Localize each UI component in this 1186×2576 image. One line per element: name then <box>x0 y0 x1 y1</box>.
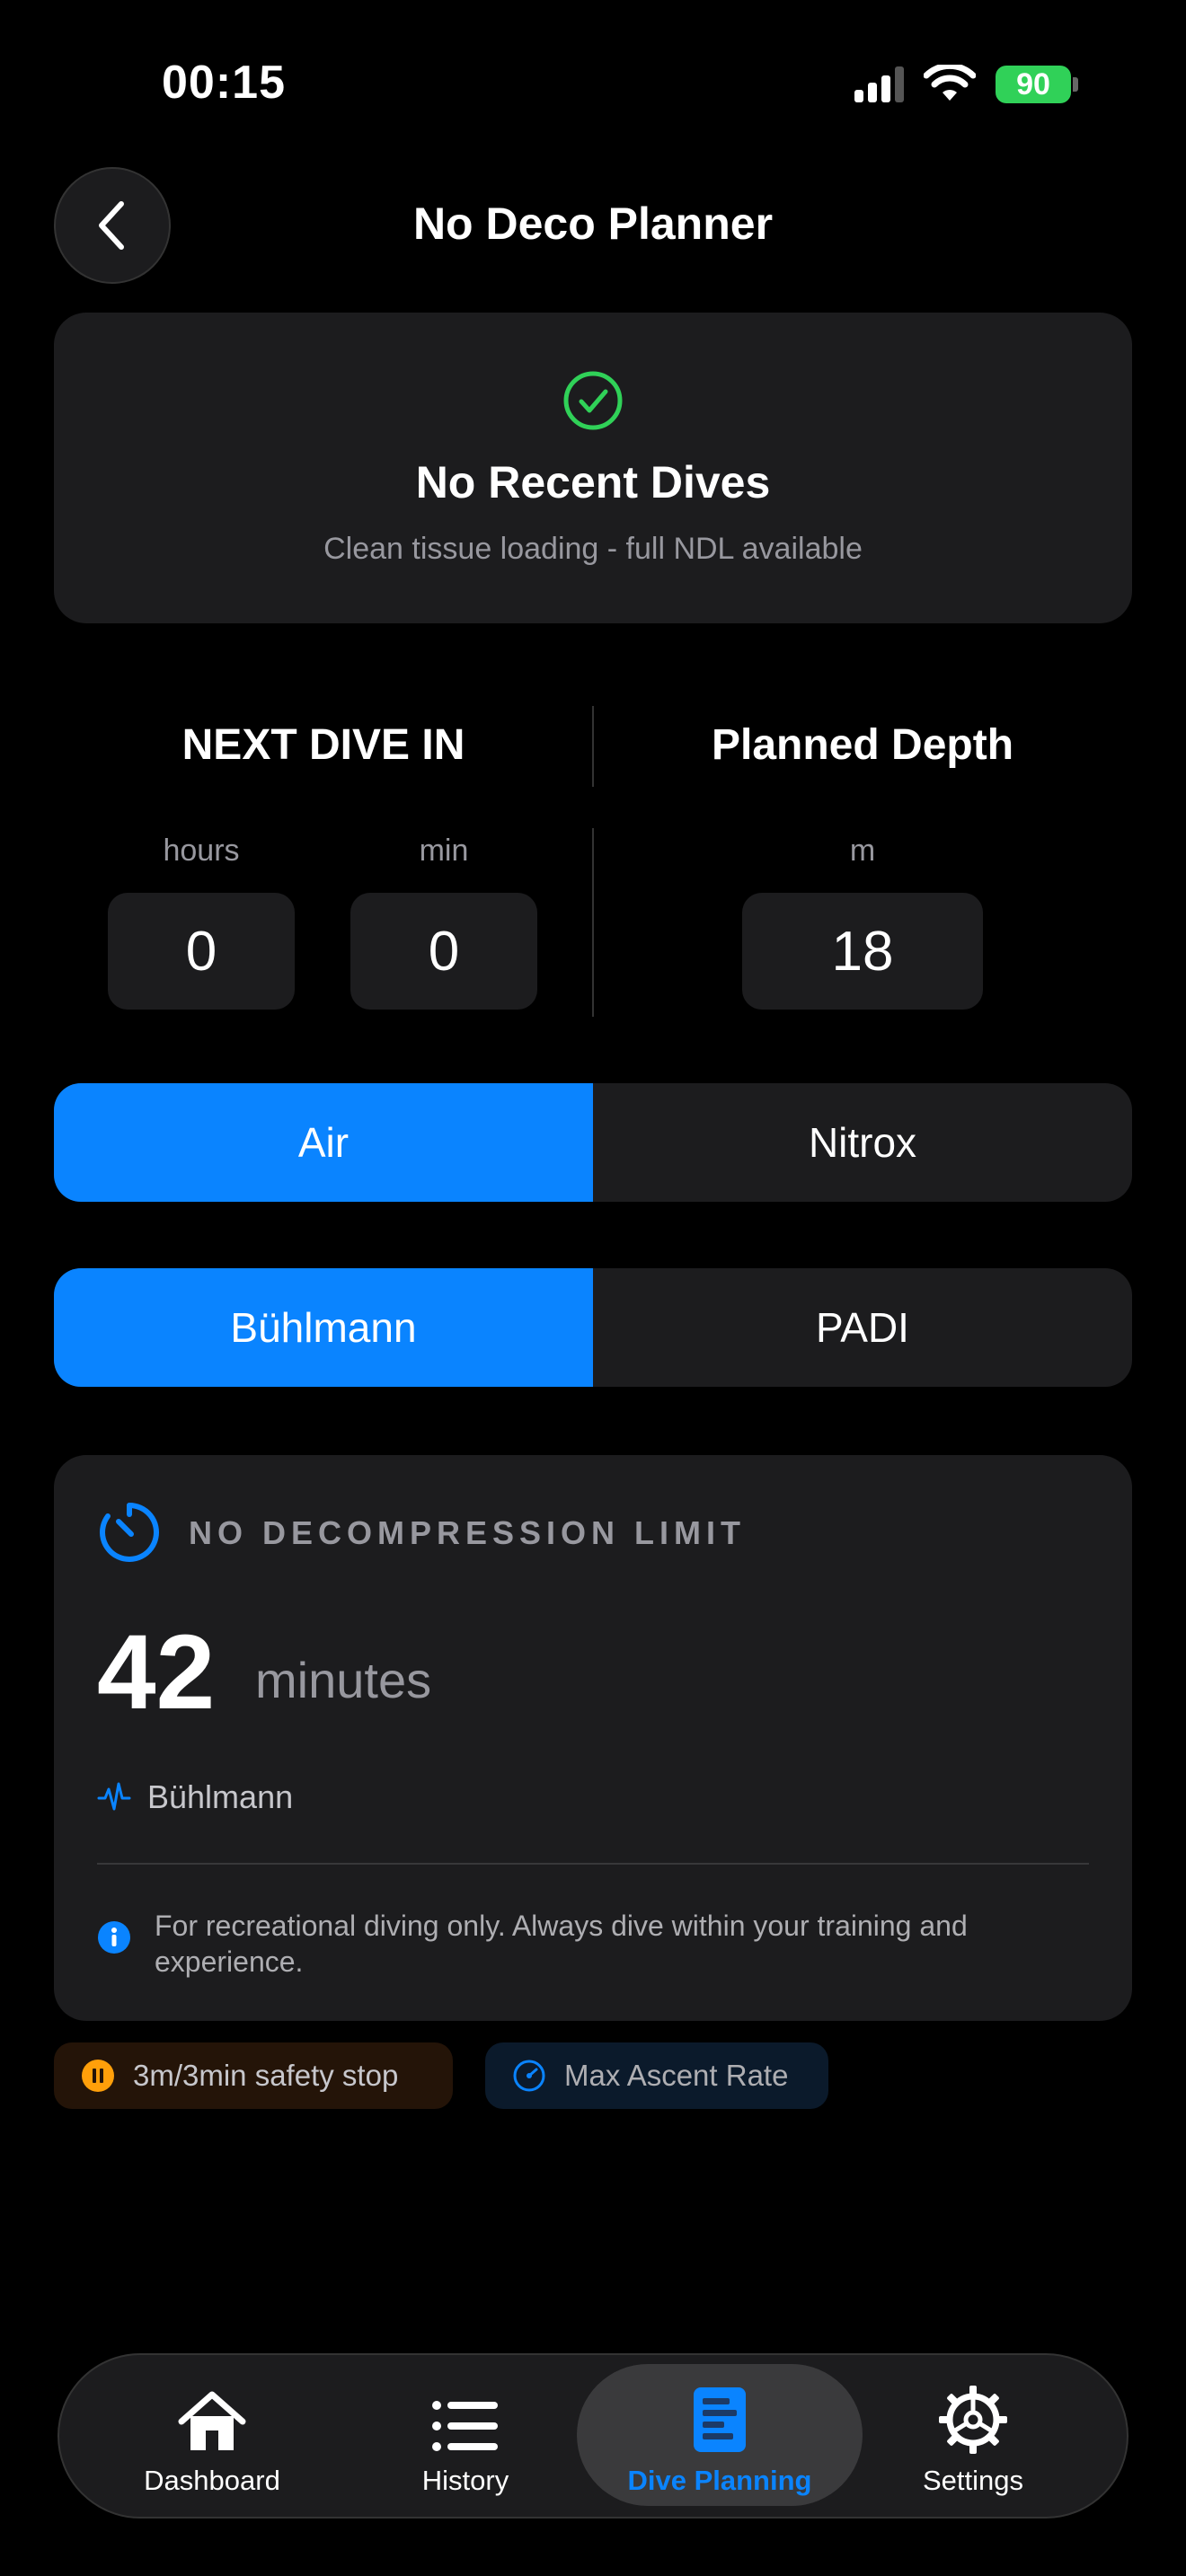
ndl-disclaimer: For recreational diving only. Always div… <box>97 1908 1089 1980</box>
pause-circle-icon <box>82 2060 114 2092</box>
tab-label: Dashboard <box>144 2465 280 2496</box>
gas-option-nitrox[interactable]: Nitrox <box>593 1083 1132 1202</box>
min-label: min <box>419 834 469 868</box>
wifi-icon <box>924 65 976 101</box>
tab-label: History <box>421 2465 509 2496</box>
battery-level: 90 <box>996 66 1071 103</box>
status-time: 00:15 <box>162 57 286 109</box>
gas-selector: Air Nitrox <box>54 1083 1132 1202</box>
tab-label: Settings <box>922 2465 1023 2496</box>
planning-icon <box>694 2387 746 2452</box>
gear-icon <box>939 2386 1007 2454</box>
ndl-unit: minutes <box>255 1652 432 1708</box>
minutes-input[interactable]: 0 <box>350 893 537 1010</box>
ascent-rate-pill[interactable]: Max Ascent Rate <box>485 2042 828 2109</box>
ndl-label: NO DECOMPRESSION LIMIT <box>189 1514 747 1551</box>
tab-settings[interactable]: Settings <box>838 2380 1108 2497</box>
safety-stop-label: 3m/3min safety stop <box>133 2059 399 2092</box>
disclaimer-text: For recreational diving only. Always div… <box>155 1910 968 1978</box>
algorithm-selector: Bühlmann PADI <box>54 1268 1132 1387</box>
hours-input[interactable]: 0 <box>108 893 295 1010</box>
timer-icon <box>100 1503 159 1562</box>
recent-dives-title: No Recent Dives <box>415 457 771 507</box>
gauge-icon <box>513 2060 545 2092</box>
recent-dives-subtitle: Clean tissue loading - full NDL availabl… <box>323 532 863 566</box>
ndl-algorithm: Bühlmann <box>97 1778 293 1816</box>
ndl-value: 42 <box>97 1613 216 1732</box>
algorithm-option-padi[interactable]: PADI <box>593 1268 1132 1387</box>
ndl-divider <box>97 1863 1089 1865</box>
check-circle-icon <box>563 371 623 430</box>
status-icons: 90 <box>854 65 1078 104</box>
next-dive-label: NEXT DIVE IN <box>181 721 465 769</box>
tab-history[interactable]: History <box>331 2380 600 2497</box>
tab-label: Dive Planning <box>627 2465 812 2496</box>
battery-icon: 90 <box>996 66 1078 103</box>
ndl-algorithm-label: Bühlmann <box>147 1778 294 1815</box>
list-icon <box>432 2401 498 2451</box>
house-icon <box>178 2391 246 2450</box>
page-title: No Deco Planner <box>412 198 774 249</box>
info-icon <box>98 1921 130 1954</box>
depth-unit-label: m <box>849 834 876 868</box>
tab-dashboard[interactable]: Dashboard <box>77 2380 347 2497</box>
planned-depth-label: Planned Depth <box>711 721 1014 769</box>
cellular-signal-icon <box>854 66 904 102</box>
section-divider <box>592 706 594 787</box>
waveform-icon <box>97 1782 131 1811</box>
section-divider <box>592 828 594 1017</box>
depth-input[interactable]: 18 <box>742 893 983 1010</box>
gas-option-air[interactable]: Air <box>54 1083 593 1202</box>
algorithm-option-buhlmann[interactable]: Bühlmann <box>54 1268 593 1387</box>
ascent-rate-label: Max Ascent Rate <box>564 2059 789 2092</box>
hours-label: hours <box>163 834 240 868</box>
safety-stop-pill[interactable]: 3m/3min safety stop <box>54 2042 453 2109</box>
tab-dive-planning[interactable]: Dive Planning <box>585 2380 854 2497</box>
